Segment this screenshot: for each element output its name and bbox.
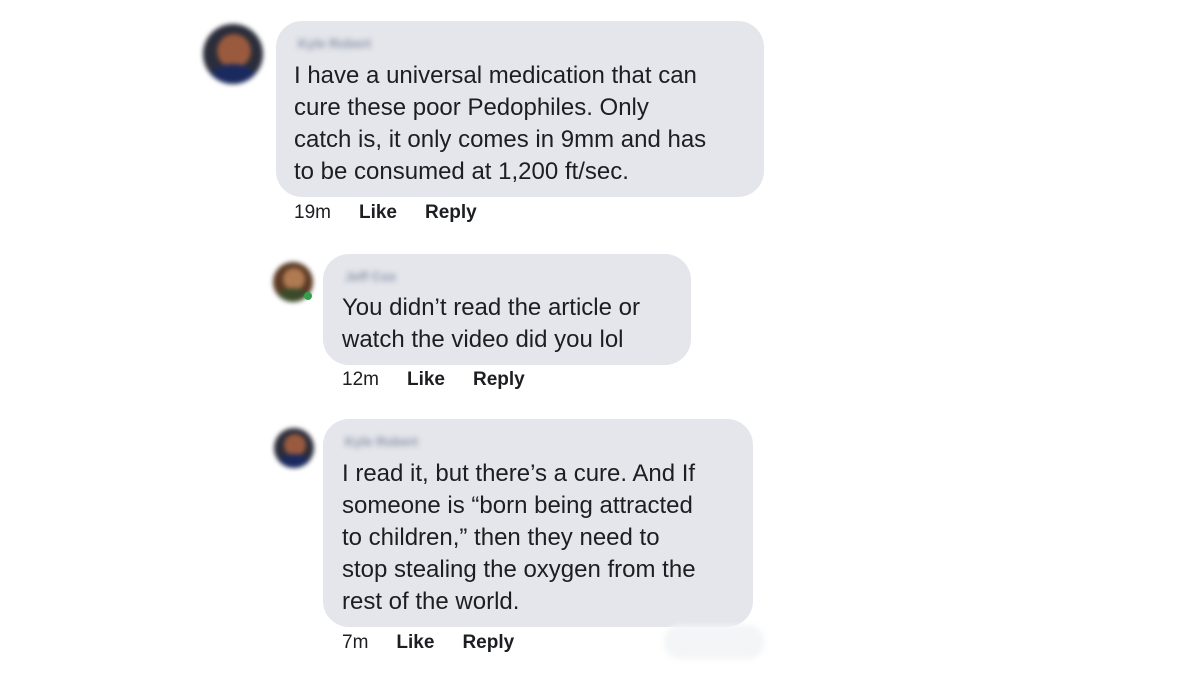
avatar-face — [283, 268, 305, 290]
commenter-avatar[interactable] — [203, 24, 263, 84]
comment-line: I have a universal medication that can — [294, 62, 697, 89]
comment-thread: Kyle Robert I have a universal medicatio… — [0, 0, 1200, 673]
timestamp[interactable]: 12m — [342, 369, 379, 391]
avatar-shirt — [209, 64, 257, 84]
comment-text: You didn’t read the article or watch the… — [342, 292, 640, 356]
reply-button[interactable]: Reply — [473, 369, 525, 391]
like-button[interactable]: Like — [396, 632, 434, 654]
comment-line: You didn’t read the article or — [342, 294, 640, 321]
comment-text: I read it, but there’s a cure. And If so… — [342, 458, 696, 618]
comment-line: to children,” then they need to — [342, 524, 660, 551]
reply-button[interactable]: Reply — [425, 202, 477, 224]
avatar-face — [284, 434, 306, 456]
reply-button[interactable]: Reply — [462, 632, 514, 654]
comment-actions: 7m Like Reply — [342, 632, 542, 654]
author-name[interactable]: Kyle Robert — [345, 434, 418, 449]
comment-line: stop stealing the oxygen from the — [342, 556, 696, 583]
like-button[interactable]: Like — [407, 369, 445, 391]
comment-text: I have a universal medication that can c… — [294, 60, 706, 188]
comment-line: cure these poor Pedophiles. Only — [294, 94, 649, 121]
like-button[interactable]: Like — [359, 202, 397, 224]
comment-line: catch is, it only comes in 9mm and has — [294, 126, 707, 153]
comment-line: to be consumed at 1,200 ft/sec. — [294, 158, 629, 185]
comment-line: rest of the world. — [342, 588, 520, 615]
timestamp[interactable]: 19m — [294, 202, 331, 224]
avatar-shirt — [278, 454, 310, 468]
comment-actions: 19m Like Reply — [294, 202, 505, 224]
commenter-avatar[interactable] — [274, 428, 314, 468]
online-status-icon — [304, 292, 312, 300]
author-name[interactable]: Jeff Cox — [345, 269, 396, 284]
comment-line: someone is “born being attracted — [342, 492, 693, 519]
timestamp[interactable]: 7m — [342, 632, 368, 654]
comment-line: I read it, but there’s a cure. And If — [342, 460, 696, 487]
comment-line: watch the video did you lol — [342, 326, 624, 353]
comment-bubble: Kyle Robert I read it, but there’s a cur… — [323, 419, 753, 627]
comment-actions: 12m Like Reply — [342, 369, 553, 391]
comment-bubble: Jeff Cox You didn’t read the article or … — [323, 254, 691, 365]
author-name[interactable]: Kyle Robert — [298, 36, 371, 51]
avatar-face — [217, 34, 251, 68]
reaction-badge — [664, 625, 764, 659]
comment-bubble: Kyle Robert I have a universal medicatio… — [276, 21, 764, 197]
